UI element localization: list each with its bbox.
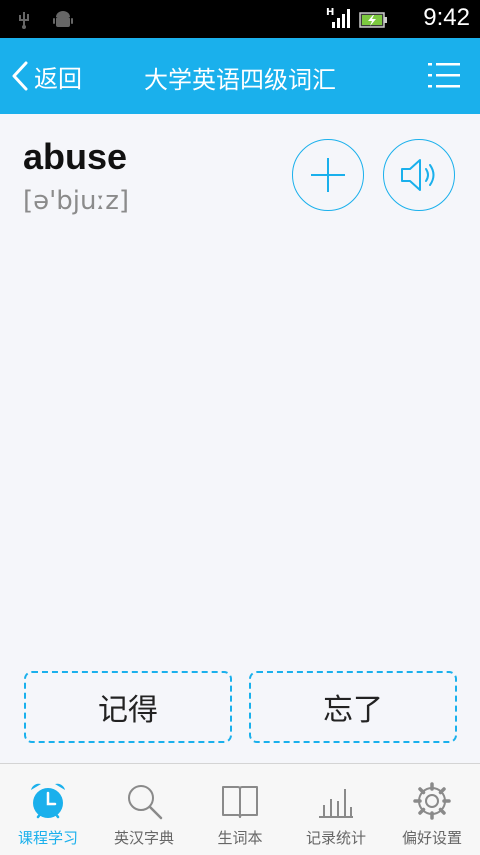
book-icon bbox=[222, 786, 258, 818]
usb-icon bbox=[19, 12, 29, 29]
status-time: 9:42 bbox=[423, 4, 470, 31]
tab-label: 生词本 bbox=[217, 829, 263, 847]
tab-label: 偏好设置 bbox=[401, 829, 462, 847]
signal-icon: H bbox=[326, 7, 350, 28]
add-to-wordbook-button[interactable] bbox=[292, 139, 364, 211]
word-phonetic: [ə'bjuːz] bbox=[23, 186, 130, 216]
app-header: 返回 大学英语四级词汇 bbox=[0, 38, 480, 114]
battery-icon bbox=[359, 12, 387, 28]
tab-label: 英汉字典 bbox=[113, 829, 174, 847]
tab-course-study[interactable]: 课程学习 bbox=[0, 764, 96, 855]
remember-button[interactable]: 记得 bbox=[24, 671, 232, 743]
forgot-button[interactable]: 忘了 bbox=[249, 671, 457, 743]
page-title: 大学英语四级词汇 bbox=[144, 66, 336, 94]
pronounce-button[interactable] bbox=[383, 139, 455, 211]
status-system-icons: H bbox=[326, 6, 390, 36]
search-icon bbox=[128, 785, 163, 820]
tab-preferences[interactable]: 偏好设置 bbox=[384, 764, 480, 855]
status-bar: H 9:42 bbox=[0, 0, 480, 38]
bottom-tab-bar: 课程学习 英汉字典 生词本 记录统计 偏好设置 bbox=[0, 763, 480, 855]
alarm-clock-icon bbox=[31, 783, 65, 819]
menu-button[interactable] bbox=[426, 58, 462, 94]
tab-wordbook[interactable]: 生词本 bbox=[192, 764, 288, 855]
tab-dictionary[interactable]: 英汉字典 bbox=[96, 764, 192, 855]
bar-chart-icon bbox=[319, 789, 353, 818]
speaker-icon bbox=[401, 159, 435, 191]
gear-icon bbox=[413, 782, 451, 820]
tab-statistics[interactable]: 记录统计 bbox=[288, 764, 384, 855]
list-menu-icon bbox=[428, 63, 460, 88]
status-notification-icons bbox=[18, 10, 88, 34]
svg-text:H: H bbox=[326, 7, 334, 18]
tab-label: 课程学习 bbox=[17, 829, 78, 847]
plus-icon bbox=[311, 158, 345, 192]
word-text: abuse bbox=[23, 136, 128, 177]
android-debug-icon bbox=[53, 11, 73, 27]
tab-label: 记录统计 bbox=[305, 829, 366, 847]
